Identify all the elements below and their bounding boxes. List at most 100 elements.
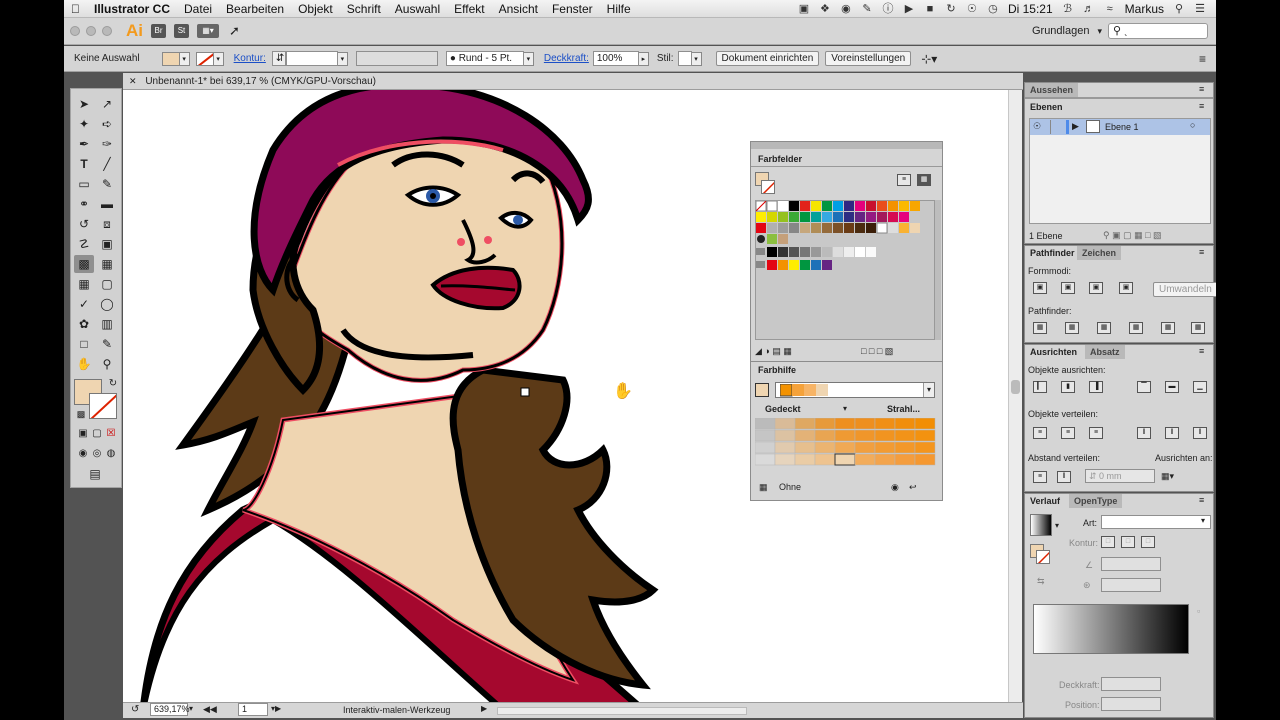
notification-center-icon[interactable]: ☰ — [1194, 3, 1206, 15]
color-guide-grid[interactable] — [754, 417, 939, 468]
video-icon[interactable]: ▶ — [903, 3, 915, 15]
distribute-vcenter-icon[interactable]: ≡ — [1061, 427, 1075, 439]
minimize-window-button[interactable] — [86, 26, 96, 36]
distribute-bottom-icon[interactable]: ≡ — [1089, 427, 1103, 439]
stroke-chevron-down-icon[interactable]: ▾ — [213, 51, 224, 66]
preferences-button[interactable]: Voreinstellungen — [825, 51, 912, 66]
gradient-preview[interactable] — [1030, 514, 1052, 536]
pathfinder-tab[interactable]: Pathfinder — [1025, 246, 1080, 260]
align-hcenter-icon[interactable]: ▮ — [1061, 381, 1075, 393]
menu-effekt[interactable]: Effekt — [447, 2, 491, 16]
trim-icon[interactable]: ▦ — [1065, 322, 1079, 334]
screen-icon[interactable]: ▣ — [798, 3, 810, 15]
magic-wand-tool-icon[interactable]: ✦ — [74, 115, 94, 133]
align-to-selection-icon[interactable]: ▦▾ — [1161, 471, 1174, 482]
align-left-icon[interactable]: ▎ — [1033, 381, 1047, 393]
page-chevron-down-icon[interactable]: ▾▶ — [271, 704, 281, 713]
style-swatch[interactable] — [677, 51, 692, 66]
line-tool-icon[interactable]: ╱ — [97, 155, 117, 173]
delete-stop-icon[interactable]: ▫ — [1197, 606, 1200, 616]
wifi-icon[interactable]: ≈ — [1104, 3, 1116, 15]
stroke-within-icon[interactable]: □ — [1101, 536, 1115, 548]
user-name[interactable]: Markus — [1125, 2, 1164, 16]
info-icon[interactable]: ⓘ — [882, 3, 894, 15]
variable-width-profile-select[interactable] — [355, 51, 438, 66]
creative-cloud-icon[interactable]: ◉ — [840, 3, 852, 15]
prev-artboard-icon[interactable]: ◀◀ — [203, 704, 217, 715]
zeichen-tab[interactable]: Zeichen — [1077, 246, 1122, 260]
eyedropper-tool-icon[interactable]: ✓ — [74, 295, 94, 313]
panel-grip[interactable] — [751, 142, 942, 149]
stroke-weight-chevron-down-icon[interactable]: ▾ — [337, 51, 348, 66]
minus-back-icon[interactable]: ▦ — [1191, 322, 1205, 334]
apple-menu-icon[interactable]:  — [64, 2, 87, 16]
none-mode-icon[interactable]: ☒ — [101, 425, 121, 443]
artboard-navigation-icon[interactable]: ↺ — [131, 704, 139, 715]
direct-selection-tool-icon[interactable]: ↗ — [97, 95, 117, 113]
current-tool-status[interactable]: Interaktiv-malen-Werkzeug — [343, 705, 450, 715]
distribute-left-icon[interactable]: ‖ — [1137, 427, 1151, 439]
curvature-tool-icon[interactable]: ✑ — [97, 135, 117, 153]
volume-icon[interactable]: ♬ — [1083, 3, 1095, 15]
shaper-tool-icon[interactable]: ⚭ — [74, 195, 94, 213]
kontur-link[interactable]: Kontur: — [234, 53, 266, 64]
paintbrush-tool-icon[interactable]: ✎ — [97, 175, 117, 193]
verlauf-menu-icon[interactable]: ≡ — [1199, 495, 1204, 505]
exclude-icon[interactable]: ▣ — [1119, 282, 1133, 294]
menu-schrift[interactable]: Schrift — [340, 2, 388, 16]
stroke-weight-stepper[interactable]: ⇵ — [271, 51, 286, 66]
transform-icon[interactable]: ⊹▾ — [921, 52, 937, 66]
gradient-type-select[interactable] — [1101, 515, 1211, 529]
app-menu[interactable]: Illustrator CC — [87, 2, 177, 16]
spacing-input[interactable]: ⇵ 0 mm — [1085, 469, 1155, 483]
aussehen-tab[interactable]: Aussehen — [1025, 83, 1079, 97]
align-vcenter-icon[interactable]: ▬ — [1165, 381, 1179, 393]
farbhilfe-tab[interactable]: Farbhilfe — [753, 363, 802, 377]
rectangle-tool-icon[interactable]: ▭ — [74, 175, 94, 193]
layer-actions-icons[interactable]: ⚲ ▣ ▢ ▦ □ ▧ — [1103, 230, 1162, 241]
align-top-icon[interactable]: ▔ — [1137, 381, 1151, 393]
document-setup-button[interactable]: Dokument einrichten — [715, 51, 820, 66]
harmony-chevron-down-icon[interactable]: ▾ — [923, 383, 934, 397]
eraser-tool-icon[interactable]: ▬ — [97, 195, 117, 213]
style-chevron-down-icon[interactable]: ▾ — [691, 51, 702, 66]
vertical-scrollbar[interactable] — [1008, 90, 1022, 702]
verlauf-stroke-swatch[interactable] — [1036, 550, 1050, 564]
blend-tool-icon[interactable]: ◯ — [97, 295, 117, 313]
control-panel-menu-icon[interactable]: ≡ — [1199, 52, 1206, 66]
swatch-cells[interactable] — [755, 200, 936, 341]
ausrichten-menu-icon[interactable]: ≡ — [1199, 346, 1204, 356]
farbfelder-stroke-swatch[interactable] — [761, 180, 775, 194]
free-transform-tool-icon[interactable]: ▣ — [97, 235, 117, 253]
hand-tool-icon[interactable]: ✋ — [74, 355, 94, 373]
sync-icon[interactable]: ↻ — [945, 3, 957, 15]
zoom-chevron-down-icon[interactable]: ▾ — [189, 704, 193, 713]
color-guide-cells[interactable] — [754, 417, 939, 468]
bluetooth-icon[interactable]: ℬ — [1062, 3, 1074, 15]
horizontal-scrollbar[interactable] — [497, 707, 747, 715]
gradient-preview-chevron-down-icon[interactable]: ▾ — [1055, 521, 1059, 530]
bridge-button[interactable]: Br — [151, 24, 166, 38]
crop-icon[interactable]: ▦ — [1129, 322, 1143, 334]
farbfelder-tab[interactable]: Farbfelder — [753, 152, 808, 166]
close-tab-icon[interactable]: ✕ — [129, 76, 137, 86]
distribute-vspace-icon[interactable]: ≡ — [1033, 471, 1047, 483]
scrollbar-thumb[interactable] — [1011, 380, 1020, 394]
align-right-icon[interactable]: ▐ — [1089, 381, 1103, 393]
symbol-sprayer-tool-icon[interactable]: ✿ — [74, 315, 94, 333]
stroke-across-icon[interactable]: □ — [1141, 536, 1155, 548]
absatz-tab[interactable]: Absatz — [1085, 345, 1125, 359]
gradient-tool-icon[interactable]: ▢ — [97, 275, 117, 293]
ebenen-menu-icon[interactable]: ≡ — [1199, 101, 1204, 111]
time-machine-icon[interactable]: ◷ — [987, 3, 999, 15]
aspect-ratio-input[interactable] — [1101, 578, 1161, 592]
fill-swatch[interactable] — [161, 51, 180, 66]
farbhilfe-base-color[interactable] — [755, 383, 769, 397]
unite-icon[interactable]: ▣ — [1033, 282, 1047, 294]
edit-colors-icon[interactable]: ◉ — [891, 482, 899, 493]
verlauf-tab[interactable]: Verlauf — [1025, 494, 1066, 508]
status-chevron-right-icon[interactable]: ▶ — [481, 704, 487, 713]
lasso-tool-icon[interactable]: ➪ — [97, 115, 117, 133]
graph-tool-icon[interactable]: ▥ — [97, 315, 117, 333]
harmony-rules-select[interactable] — [775, 382, 935, 398]
